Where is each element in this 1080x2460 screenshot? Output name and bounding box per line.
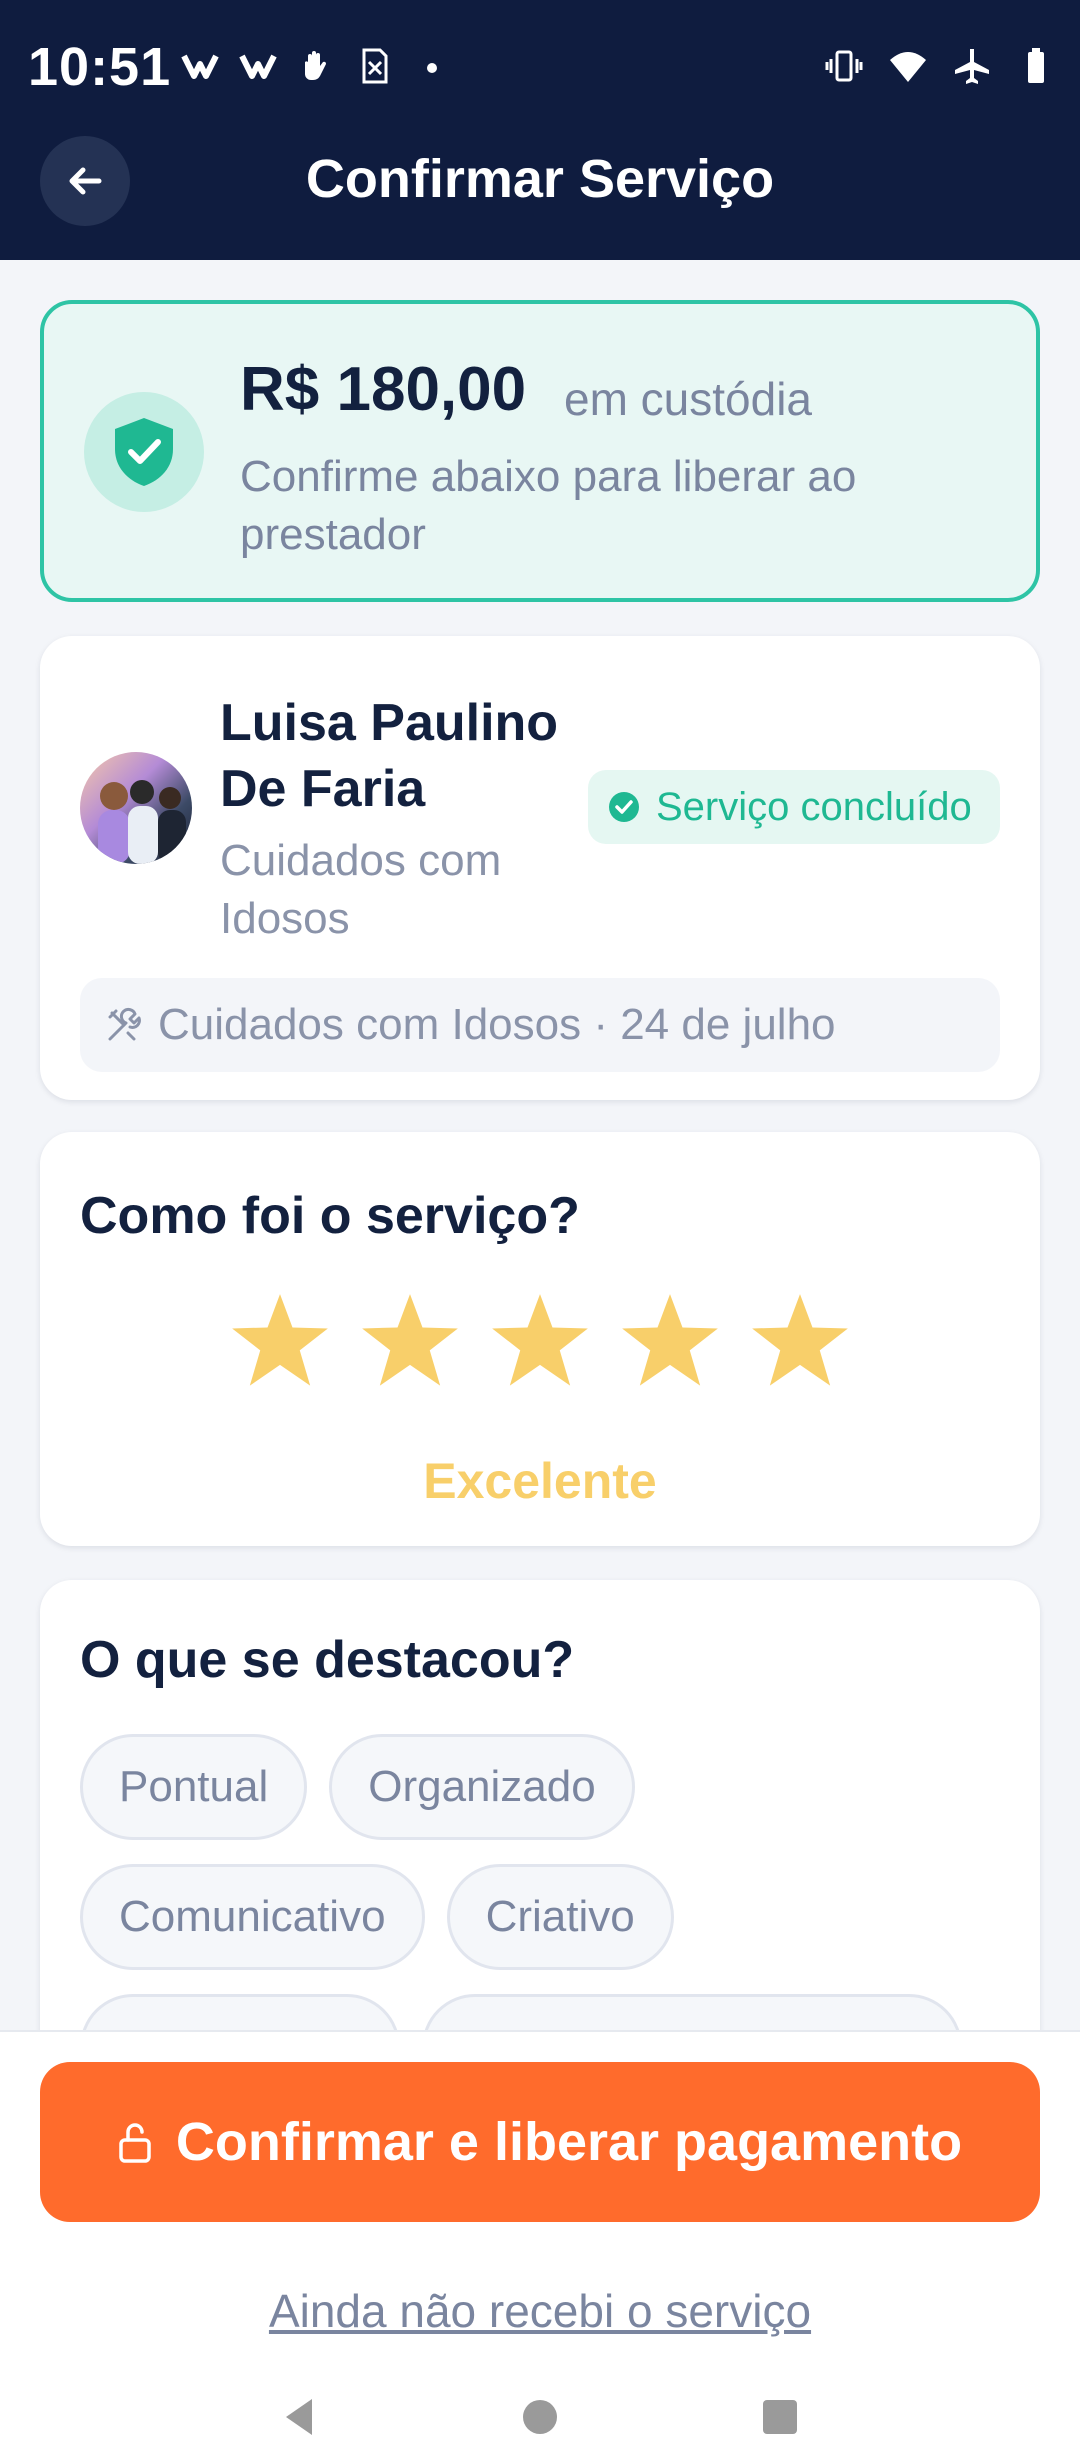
escrow-description: Confirme abaixo para liberar ao prestado…	[240, 452, 857, 559]
avatar	[80, 752, 192, 864]
chip-pontual[interactable]: Pontual	[80, 1734, 308, 1840]
page-title: Confirmar Serviço	[305, 149, 775, 209]
star-icon-4[interactable]	[618, 1290, 722, 1394]
escrow-icon-badge	[84, 392, 204, 512]
shield-check-icon	[115, 418, 173, 486]
hand-icon	[305, 51, 327, 81]
check-circle-icon	[609, 792, 639, 822]
top-app-bar: 10:51 Confirmar Serviço	[0, 0, 1080, 260]
provider-category: Cuidados com Idosos	[220, 836, 502, 943]
sim-card-icon	[362, 48, 388, 84]
scroll-content[interactable]: R$ 180,00 em custódia Confirme abaixo pa…	[0, 260, 1080, 2030]
notification-v-icon	[239, 54, 277, 79]
escrow-status: em custódia	[564, 373, 813, 425]
nav-recents-icon[interactable]	[756, 2393, 804, 2441]
bottom-action-bar: Confirmar e liberar pagamento Ainda não …	[0, 2030, 1080, 2460]
star-icon-1[interactable]	[228, 1290, 332, 1394]
confirm-release-payment-button[interactable]: Confirmar e liberar pagamento	[40, 2062, 1040, 2222]
rating-heading: Como foi o serviço?	[80, 1187, 580, 1245]
rating-card: Como foi o serviço? Excelente	[40, 1132, 1040, 1546]
status-bar: 10:51	[0, 0, 1080, 130]
status-right-icons	[824, 46, 1056, 86]
status-left-icons	[180, 46, 452, 86]
escrow-amount: R$ 180,00	[240, 355, 527, 424]
status-time: 10:51	[28, 37, 172, 97]
chip-partial[interactable]	[80, 1994, 400, 2030]
vibrate-icon	[825, 50, 863, 82]
chip-row: Pontual Organizado	[80, 1734, 1020, 1840]
wifi-icon	[890, 52, 926, 82]
escrow-card: R$ 180,00 em custódia Confirme abaixo pa…	[40, 300, 1040, 602]
chip-partial[interactable]	[422, 1994, 962, 2030]
star-icon-5[interactable]	[748, 1290, 852, 1394]
service-info-label: Cuidados com Idosos · 24 de julho	[158, 1000, 836, 1049]
chip-criativo[interactable]: Criativo	[446, 1864, 674, 1970]
chip-row: Comunicativo Criativo	[80, 1864, 1020, 1970]
not-received-link[interactable]: Ainda não recebi o serviço	[0, 2284, 1080, 2338]
unlock-icon	[119, 2123, 151, 2163]
chip-comunicativo[interactable]: Comunicativo	[80, 1864, 425, 1970]
nav-home-icon[interactable]	[516, 2393, 564, 2441]
notification-v-icon	[181, 54, 219, 79]
star-icon-2[interactable]	[358, 1290, 462, 1394]
star-icon-3[interactable]	[488, 1290, 592, 1394]
system-navigation-bar	[0, 2372, 1080, 2460]
star-rating[interactable]	[40, 1290, 1040, 1394]
status-badge: Serviço concluído	[588, 770, 1000, 844]
dot-icon	[427, 63, 437, 73]
chip-organizado[interactable]: Organizado	[329, 1734, 635, 1840]
provider-name: Luisa Paulino De Faria	[220, 694, 559, 818]
highlight-chips: Pontual Organizado Comunicativo Criativo	[80, 1734, 1020, 2030]
highlights-card: O que se destacou? Pontual Organizado Co…	[40, 1580, 1040, 2030]
nav-back-icon[interactable]	[276, 2393, 324, 2441]
avatar-photo	[98, 780, 186, 864]
highlights-heading: O que se destacou?	[80, 1631, 575, 1689]
provider-card: Luisa Paulino De Faria Cuidados com Idos…	[40, 636, 1040, 1100]
rating-label: Excelente	[423, 1453, 657, 1509]
tools-icon	[108, 1007, 141, 1041]
battery-icon	[1028, 48, 1044, 83]
status-badge-label: Serviço concluído	[656, 784, 972, 829]
chip-row	[80, 1994, 1020, 2030]
service-info: Cuidados com Idosos · 24 de julho	[80, 978, 1000, 1072]
confirm-button-label: Confirmar e liberar pagamento	[175, 2112, 963, 2172]
airplane-icon	[955, 49, 989, 84]
